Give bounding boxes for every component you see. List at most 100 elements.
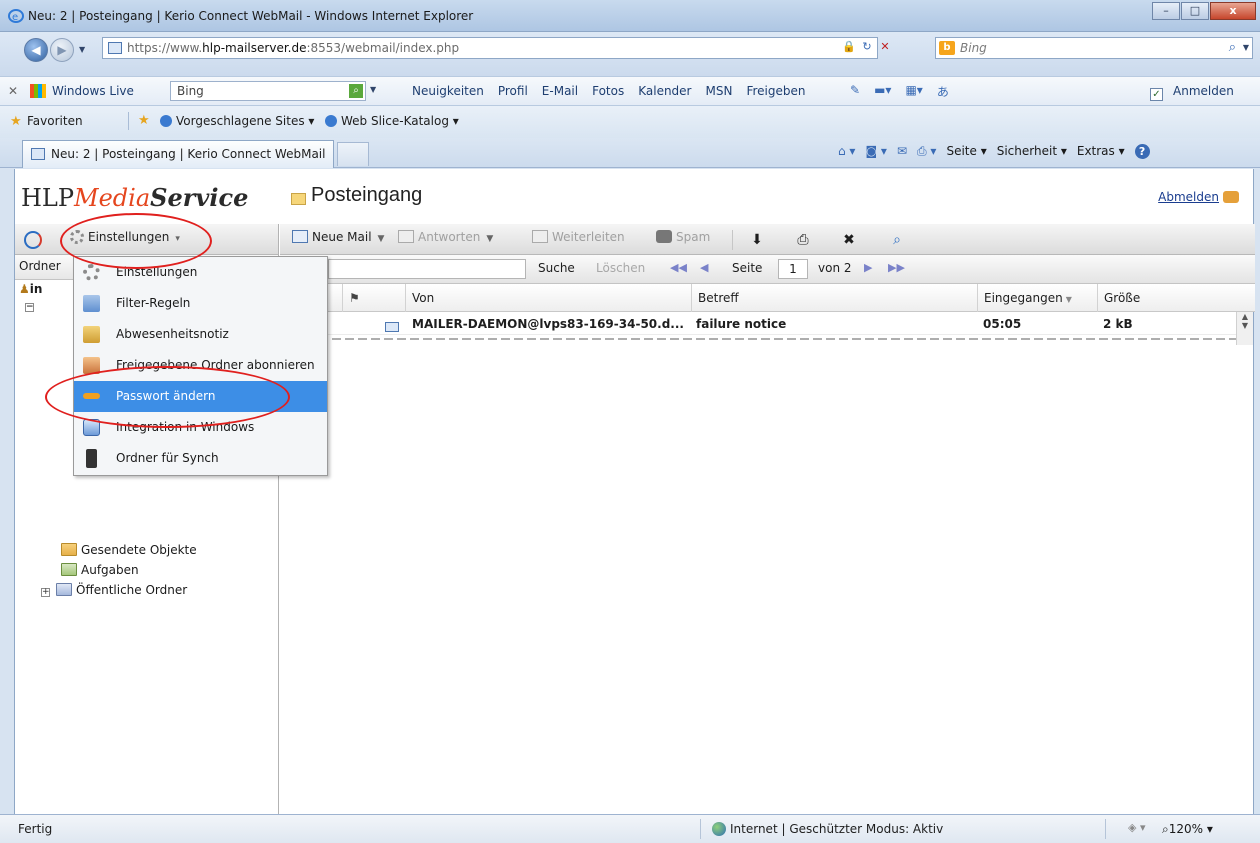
tab-strip: Neu: 2 | Posteingang | Kerio Connect Web…: [0, 138, 1260, 168]
live-link-calendar[interactable]: Kalender: [638, 84, 691, 98]
forward-button[interactable]: ▶: [50, 38, 74, 62]
address-bar[interactable]: https://www.hlp-mailserver.de:8553/webma…: [102, 37, 878, 59]
print-icon[interactable]: ⎙ ▾: [917, 144, 936, 159]
zoom-level[interactable]: ⌕120% ▾: [1162, 822, 1213, 837]
menu-item-absence-notice[interactable]: Abwesenheitsnotiz: [74, 319, 327, 350]
new-tab-button[interactable]: [337, 142, 369, 166]
next-page-icon[interactable]: ▶: [864, 261, 872, 274]
live-link-profile[interactable]: Profil: [498, 84, 528, 98]
search-button[interactable]: Suche: [538, 261, 575, 275]
live-link-share[interactable]: Freigeben: [746, 84, 805, 98]
add-favorite-icon[interactable]: ★: [138, 113, 150, 128]
live-search-input[interactable]: Bing ⌕: [170, 81, 366, 101]
flag-column-header[interactable]: ⚑: [342, 284, 372, 312]
favorites-star-icon: ★: [10, 114, 22, 129]
folder-item-tasks[interactable]: Aufgaben: [61, 563, 139, 577]
read-mail-icon[interactable]: ✉: [897, 144, 907, 159]
spam-button[interactable]: Spam: [656, 230, 710, 244]
left-toolbar: Einstellungen ▾: [15, 224, 278, 255]
mobile-phone-icon: [86, 449, 97, 468]
folder-item-public[interactable]: + Öffentliche Ordner: [41, 583, 187, 597]
live-search-dropdown[interactable]: ▼: [370, 85, 376, 94]
web-slice-gallery-link[interactable]: Web Slice-Katalog ▾: [325, 114, 459, 128]
calendar-icon[interactable]: ▦▾: [905, 83, 922, 100]
mail-search-input[interactable]: [328, 259, 526, 279]
windows-live-label[interactable]: Windows Live: [52, 84, 134, 98]
web-search-box[interactable]: b Bing ⌕ ▼: [935, 37, 1253, 59]
maximize-button[interactable]: □: [1181, 2, 1209, 20]
search-icon[interactable]: ⌕: [1229, 40, 1236, 55]
forward-mail-button[interactable]: Weiterleiten: [532, 230, 625, 244]
first-page-icon[interactable]: ◀◀: [670, 261, 687, 274]
chevron-down-icon[interactable]: ▼: [1243, 43, 1249, 52]
translate-icon[interactable]: あ: [937, 83, 949, 100]
folder-item-sent[interactable]: Gesendete Objekte: [61, 543, 197, 557]
menu-item-filter-rules[interactable]: Filter-Regeln: [74, 288, 327, 319]
stop-icon[interactable]: ✕: [878, 40, 892, 54]
close-button[interactable]: x: [1210, 2, 1256, 20]
tools-menu[interactable]: Extras ▾: [1077, 144, 1125, 159]
column-header-received[interactable]: Eingegangen ▼: [977, 284, 1097, 312]
edit-icon[interactable]: ✎: [850, 83, 860, 100]
message-row[interactable]: MAILER-DAEMON@lvps83-169-34-50.d... fail…: [280, 312, 1238, 335]
gear-icon: [83, 264, 100, 281]
hlp-media-service-logo: HLPMediaService: [21, 183, 249, 212]
expand-icon[interactable]: +: [41, 588, 50, 597]
menu-item-sync-folders[interactable]: Ordner für Synch: [74, 443, 327, 474]
window-titlebar: e Neu: 2 | Posteingang | Kerio Connect W…: [0, 0, 1260, 32]
page-title: Posteingang: [311, 184, 423, 206]
signin-link[interactable]: ✓ Anmelden: [1150, 84, 1234, 101]
menu-item-change-password[interactable]: Passwort ändern: [74, 381, 327, 412]
favorites-button[interactable]: Favoriten: [27, 114, 83, 128]
popup-blocker-icon[interactable]: ◈ ▾: [1128, 821, 1145, 834]
page-menu[interactable]: Seite ▾: [946, 144, 986, 159]
menu-item-windows-integration[interactable]: Integration in Windows: [74, 412, 327, 443]
logout-link[interactable]: Abmelden: [1158, 190, 1239, 204]
refresh-icon[interactable]: [24, 231, 42, 249]
user-account-item[interactable]: ♟in: [19, 282, 42, 296]
move-icon[interactable]: ⬇: [746, 230, 768, 250]
help-icon[interactable]: ?: [1134, 144, 1150, 159]
column-header-from[interactable]: Von: [405, 284, 691, 312]
settings-dropdown-button[interactable]: Einstellungen ▾: [70, 230, 180, 244]
bing-icon: b: [939, 41, 955, 55]
new-mail-button[interactable]: Neue Mail ▼: [292, 230, 384, 244]
public-folder-icon: [56, 583, 72, 596]
live-link-msn[interactable]: MSN: [706, 84, 733, 98]
search-icon[interactable]: ⌕: [886, 230, 908, 250]
live-link-email[interactable]: E-Mail: [542, 84, 578, 98]
delete-icon[interactable]: ✖: [838, 230, 860, 250]
minimize-button[interactable]: –: [1152, 2, 1180, 20]
last-page-icon[interactable]: ▶▶: [888, 261, 905, 274]
account-expander[interactable]: −: [25, 298, 40, 312]
column-header-subject[interactable]: Betreff: [691, 284, 977, 312]
live-search-go-icon[interactable]: ⌕: [349, 84, 363, 98]
reply-button[interactable]: Antworten ▼: [398, 230, 493, 244]
recent-pages-dropdown[interactable]: ▼: [79, 45, 89, 55]
message-row-partial[interactable]: [280, 336, 1238, 341]
url-text: https://www.hlp-mailserver.de:8553/webma…: [127, 41, 460, 55]
settings-menu: Einstellungen Filter-Regeln Abwesenheits…: [73, 256, 328, 476]
safety-menu[interactable]: Sicherheit ▾: [997, 144, 1067, 159]
message-list-scrollbar[interactable]: ▲ ▼: [1236, 312, 1253, 345]
live-link-news[interactable]: Neuigkeiten: [412, 84, 484, 98]
feeds-icon[interactable]: ◙ ▾: [865, 144, 886, 159]
live-link-photos[interactable]: Fotos: [592, 84, 624, 98]
home-icon[interactable]: ⌂ ▾: [838, 144, 855, 159]
back-button[interactable]: ◀: [24, 38, 48, 62]
column-header-size[interactable]: Größe: [1097, 284, 1238, 312]
previous-page-icon[interactable]: ◀: [700, 261, 708, 274]
highlight-icon[interactable]: ▬▾: [874, 83, 891, 100]
menu-item-subscribe-shared-folders[interactable]: Freigegebene Ordner abonnieren: [74, 350, 327, 381]
clear-search-button[interactable]: Löschen: [596, 261, 645, 275]
menu-item-settings[interactable]: Einstellungen: [74, 257, 327, 288]
page-number-input[interactable]: 1: [778, 259, 808, 279]
close-toolbar-icon[interactable]: ✕: [8, 84, 18, 98]
security-zone[interactable]: Internet | Geschützter Modus: Aktiv: [712, 822, 943, 836]
windows-integration-icon: [83, 419, 100, 436]
tab-webmail[interactable]: Neu: 2 | Posteingang | Kerio Connect Web…: [22, 140, 334, 168]
lock-icon[interactable]: 🔒: [842, 40, 856, 54]
print-icon[interactable]: ⎙: [792, 230, 814, 250]
refresh-icon[interactable]: ↻: [860, 40, 874, 54]
suggested-sites-link[interactable]: Vorgeschlagene Sites ▾: [160, 114, 314, 128]
